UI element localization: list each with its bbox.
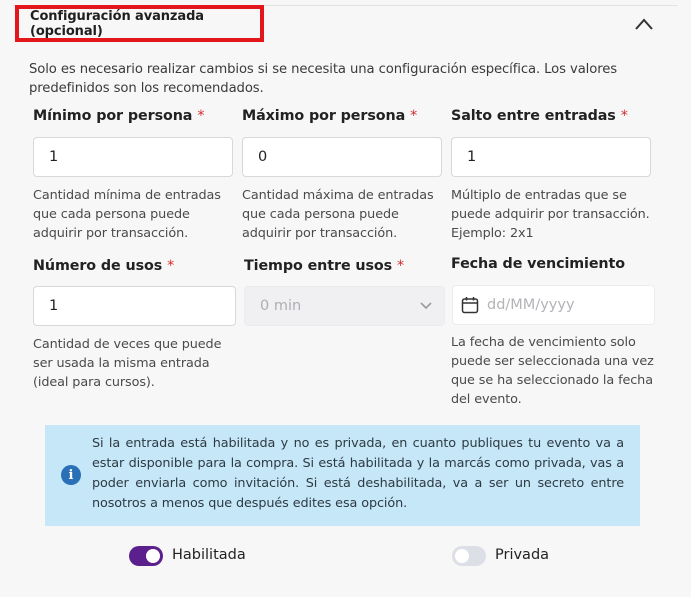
required-mark: *: [197, 108, 205, 124]
info-box: i Si la entrada está habilitada y no es …: [45, 425, 640, 526]
expiry-date-input[interactable]: dd/MM/yyyy: [452, 285, 655, 325]
max-per-person-input[interactable]: 0: [242, 137, 442, 177]
enabled-toggle[interactable]: [129, 546, 163, 566]
section-intro: Solo es necesario realizar cambios si se…: [29, 62, 618, 96]
expiry-help: La fecha de vencimiento solo puede ser s…: [451, 335, 654, 407]
min-help: Cantidad mínima de entradas que cada per…: [33, 188, 221, 241]
max-value: 0: [258, 149, 268, 165]
max-label: Máximo por persona *: [242, 108, 418, 124]
uses-input[interactable]: 1: [33, 286, 236, 326]
private-toggle[interactable]: [452, 546, 486, 566]
interval-label: Tiempo entre usos *: [244, 258, 405, 274]
chevron-up-icon[interactable]: [634, 17, 654, 31]
step-help: Múltiplo de entradas que se puede adquir…: [451, 188, 650, 241]
info-text: Si la entrada está habilitada y no es pr…: [92, 436, 624, 511]
info-icon: i: [61, 465, 81, 485]
required-mark: *: [410, 108, 418, 124]
required-mark: *: [167, 258, 175, 274]
required-mark: *: [397, 258, 405, 274]
chevron-down-icon: [420, 302, 432, 310]
interval-value: 0 min: [260, 298, 302, 314]
uses-help: Cantidad de veces que puede ser usada la…: [33, 337, 222, 390]
expiry-label: Fecha de vencimiento: [451, 256, 625, 272]
section-title-box[interactable]: Configuración avanzada (opcional): [15, 5, 264, 42]
expiry-placeholder: dd/MM/yyyy: [487, 297, 575, 313]
step-input[interactable]: 1: [451, 137, 651, 177]
private-label: Privada: [495, 547, 550, 563]
min-value: 1: [49, 149, 59, 165]
step-label: Salto entre entradas *: [451, 108, 628, 124]
min-label: Mínimo por persona *: [33, 108, 205, 124]
step-value: 1: [467, 149, 477, 165]
enabled-label: Habilitada: [172, 547, 246, 563]
interval-select[interactable]: 0 min: [244, 286, 445, 326]
uses-value: 1: [49, 298, 59, 314]
required-mark: *: [620, 108, 628, 124]
calendar-icon: [461, 297, 479, 314]
uses-label: Número de usos *: [33, 258, 175, 274]
max-help: Cantidad máxima de entradas que cada per…: [242, 188, 434, 241]
section-title: Configuración avanzada (opcional): [30, 8, 204, 39]
min-per-person-input[interactable]: 1: [33, 137, 233, 177]
